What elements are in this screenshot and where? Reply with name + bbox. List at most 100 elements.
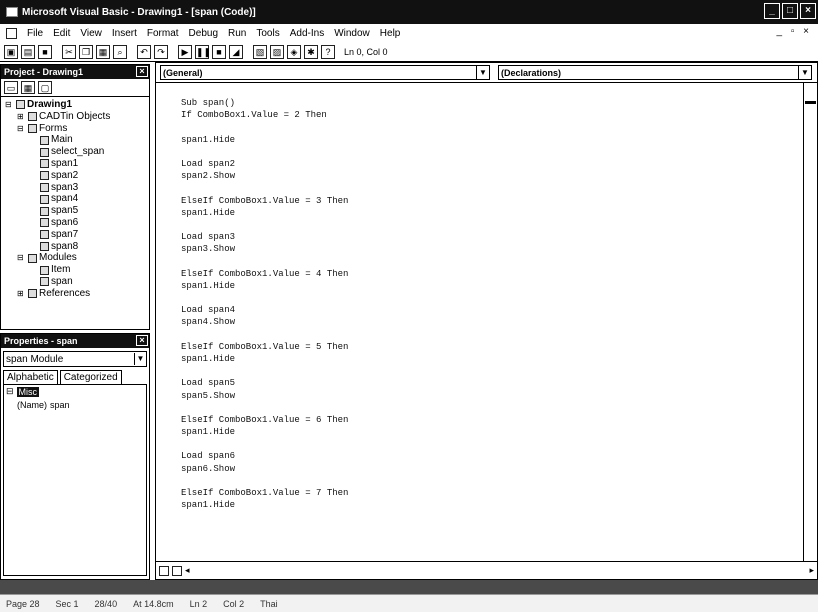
code-line[interactable] <box>181 146 803 158</box>
menu-file[interactable]: File <box>27 28 43 39</box>
tab-alphabetic[interactable]: Alphabetic <box>3 370 58 384</box>
view-host-icon[interactable]: ▣ <box>4 44 18 59</box>
properties-close-icon[interactable]: × <box>136 335 148 346</box>
code-line[interactable]: span1.Hide <box>181 134 803 146</box>
code-line[interactable] <box>181 329 803 341</box>
expand-toggle-icon[interactable]: ⊞ <box>17 111 26 123</box>
code-line[interactable] <box>181 121 803 133</box>
code-line[interactable]: ElseIf ComboBox1.Value = 6 Then <box>181 414 803 426</box>
tree-item[interactable]: select_span <box>1 146 149 158</box>
code-line[interactable]: span1.Hide <box>181 426 803 438</box>
vertical-scrollbar[interactable] <box>803 83 817 561</box>
insert-module-icon[interactable]: ▤ <box>21 44 35 59</box>
code-line[interactable]: Load span4 <box>181 304 803 316</box>
object-browser-icon[interactable]: ◈ <box>287 44 301 59</box>
code-line[interactable]: Load span5 <box>181 377 803 389</box>
code-line[interactable] <box>181 475 803 487</box>
code-line[interactable]: ElseIf ComboBox1.Value = 3 Then <box>181 195 803 207</box>
code-line[interactable]: span3.Show <box>181 243 803 255</box>
properties-window-icon[interactable]: ▨ <box>270 44 284 59</box>
tree-item[interactable]: ⊞ References <box>1 288 149 300</box>
code-line[interactable]: ElseIf ComboBox1.Value = 4 Then <box>181 268 803 280</box>
undo-icon[interactable]: ↶ <box>137 44 151 59</box>
code-line[interactable]: span1.Hide <box>181 280 803 292</box>
code-line[interactable]: ElseIf ComboBox1.Value = 5 Then <box>181 341 803 353</box>
tree-item[interactable]: span2 <box>1 170 149 182</box>
collapse-icon[interactable]: ⊟ <box>6 386 14 397</box>
tree-item[interactable]: Item <box>1 264 149 276</box>
tree-item[interactable]: span6 <box>1 217 149 229</box>
scroll-right-icon[interactable]: ▸ <box>809 565 814 576</box>
tree-item[interactable]: ⊟ Drawing1 <box>1 99 149 111</box>
menu-help[interactable]: Help <box>380 28 401 39</box>
code-line[interactable]: ElseIf ComboBox1.Value = 7 Then <box>181 487 803 499</box>
minimize-button[interactable]: _ <box>764 3 780 19</box>
close-button[interactable]: × <box>800 3 816 19</box>
design-mode-icon[interactable]: ◢ <box>229 44 243 59</box>
object-dropdown[interactable]: span Module ▼ <box>3 351 147 367</box>
horizontal-scrollbar[interactable]: ◂ ▸ <box>156 561 817 579</box>
save-icon[interactable]: ■ <box>38 44 52 59</box>
tab-categorized[interactable]: Categorized <box>59 370 122 384</box>
code-line[interactable] <box>181 365 803 377</box>
tree-item[interactable]: span <box>1 276 149 288</box>
tree-item[interactable]: span5 <box>1 205 149 217</box>
reset-icon[interactable]: ■ <box>212 44 226 59</box>
code-line[interactable] <box>181 292 803 304</box>
menu-run[interactable]: Run <box>228 28 246 39</box>
tree-item[interactable]: ⊞ CADTin Objects <box>1 111 149 123</box>
menu-edit[interactable]: Edit <box>53 28 70 39</box>
code-line[interactable] <box>181 219 803 231</box>
code-editor[interactable]: Sub span() If ComboBox1.Value = 2 Then spa… <box>156 83 803 561</box>
code-line[interactable]: span5.Show <box>181 390 803 402</box>
cut-icon[interactable]: ✂ <box>62 44 76 59</box>
chevron-down-icon[interactable]: ▼ <box>798 66 811 79</box>
code-line[interactable] <box>181 438 803 450</box>
code-line[interactable]: span6.Show <box>181 463 803 475</box>
document-icon[interactable] <box>6 27 17 39</box>
tree-item[interactable]: span1 <box>1 158 149 170</box>
break-icon[interactable]: ❚❚ <box>195 44 211 59</box>
tree-item[interactable]: span7 <box>1 229 149 241</box>
property-row[interactable]: (Name) span <box>4 398 146 411</box>
tree-item[interactable]: span4 <box>1 193 149 205</box>
code-line[interactable]: span2.Show <box>181 170 803 182</box>
help-icon[interactable]: ? <box>321 44 335 59</box>
object-combo[interactable]: (General) ▼ <box>160 65 490 80</box>
mdi-window-controls[interactable]: _ ▫ × <box>776 26 812 37</box>
code-line[interactable]: Load span6 <box>181 450 803 462</box>
scroll-thumb[interactable] <box>805 101 816 104</box>
project-explorer-icon[interactable]: ▧ <box>253 44 267 59</box>
code-line[interactable]: Sub span() <box>181 97 803 109</box>
code-line[interactable]: Load span2 <box>181 158 803 170</box>
code-line[interactable]: span1.Hide <box>181 499 803 511</box>
menu-insert[interactable]: Insert <box>112 28 137 39</box>
find-icon[interactable]: ⌕ <box>113 44 127 59</box>
code-line[interactable]: If ComboBox1.Value = 2 Then <box>181 109 803 121</box>
full-module-view-icon[interactable] <box>172 565 182 576</box>
code-line[interactable] <box>181 255 803 267</box>
code-line[interactable] <box>181 182 803 194</box>
code-line[interactable] <box>181 402 803 414</box>
menu-window[interactable]: Window <box>334 28 370 39</box>
run-icon[interactable]: ▶ <box>178 44 192 59</box>
copy-icon[interactable]: ❐ <box>79 44 93 59</box>
tree-item[interactable]: ⊟ Forms <box>1 123 149 135</box>
redo-icon[interactable]: ↷ <box>154 44 168 59</box>
scroll-left-icon[interactable]: ◂ <box>185 565 190 576</box>
menu-debug[interactable]: Debug <box>189 28 218 39</box>
expand-toggle-icon[interactable]: ⊟ <box>17 252 26 264</box>
code-line[interactable]: span1.Hide <box>181 353 803 365</box>
tree-item[interactable]: ⊟ Modules <box>1 252 149 264</box>
view-object-icon[interactable]: ▦ <box>21 81 35 94</box>
tree-item[interactable]: span3 <box>1 182 149 194</box>
menu-format[interactable]: Format <box>147 28 179 39</box>
project-close-icon[interactable]: × <box>136 66 148 77</box>
code-line[interactable]: span1.Hide <box>181 207 803 219</box>
tree-item[interactable]: span8 <box>1 241 149 253</box>
code-line[interactable]: Load span3 <box>181 231 803 243</box>
menu-tools[interactable]: Tools <box>256 28 279 39</box>
procedure-combo[interactable]: (Declarations) ▼ <box>498 65 812 80</box>
category-row[interactable]: ⊟ Misc <box>4 385 146 398</box>
expand-toggle-icon[interactable]: ⊟ <box>17 123 26 135</box>
